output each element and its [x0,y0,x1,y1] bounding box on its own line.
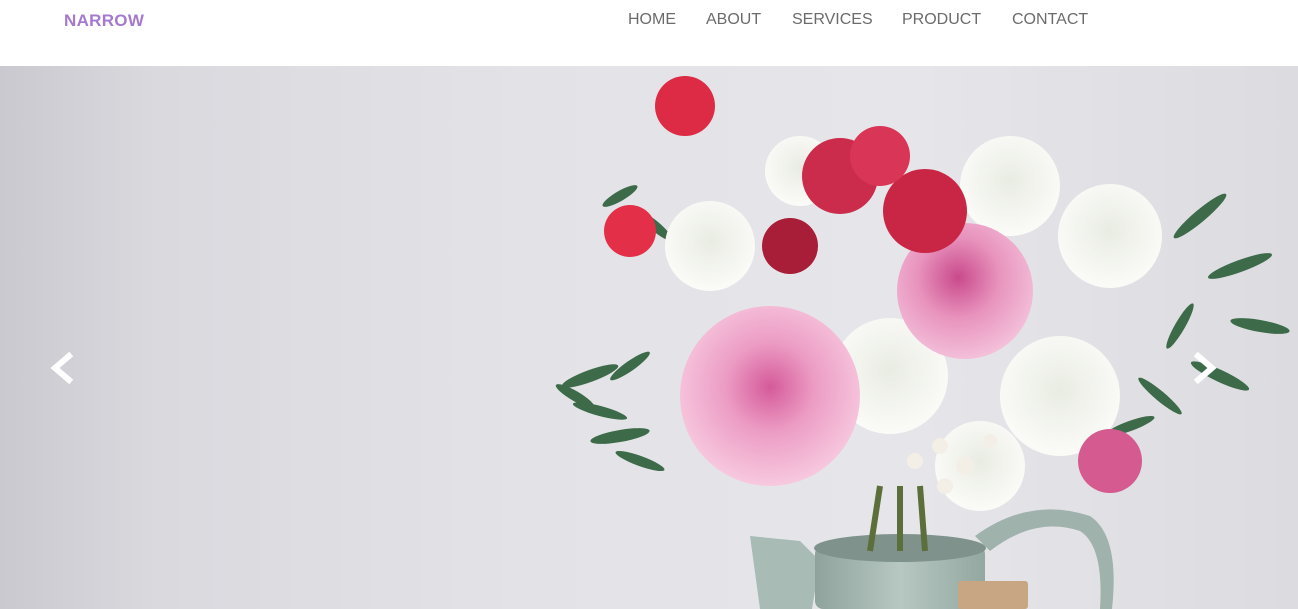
brand-logo[interactable]: NARROW [64,11,144,31]
flower-bouquet-image [555,76,1290,609]
nav-contact-link[interactable]: CONTACT [1012,11,1088,29]
nav-home-link[interactable]: HOME [628,11,676,29]
chevron-right-icon [1193,351,1217,385]
watering-can [750,509,1114,609]
nav-about-link[interactable]: ABOUT [706,11,761,29]
carousel-next-button[interactable] [1184,348,1224,388]
navbar: NARROW HOME ABOUT SERVICES PRODUCT CONTA… [0,0,1298,66]
chevron-left-icon [50,351,74,385]
hero-carousel [0,66,1298,609]
nav-services-link[interactable]: SERVICES [792,11,873,29]
carousel-prev-button[interactable] [43,348,83,388]
nav-product-link[interactable]: PRODUCT [902,11,981,29]
nav-menu: HOME ABOUT SERVICES PRODUCT CONTACT [598,11,1298,33]
